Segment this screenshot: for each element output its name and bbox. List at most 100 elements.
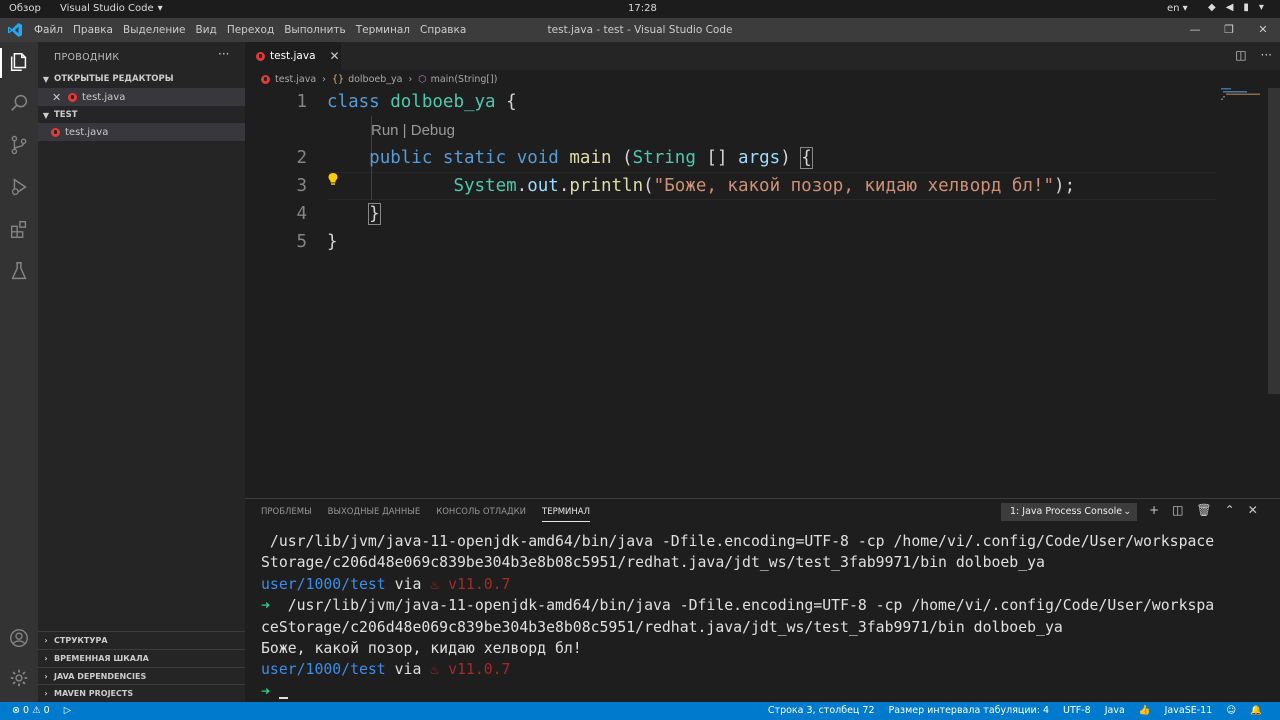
- folder-section[interactable]: ▼ TEST: [38, 106, 245, 124]
- split-editor-icon[interactable]: ◫: [1235, 48, 1246, 62]
- token-brace: }: [327, 232, 338, 252]
- menu-run[interactable]: Выполнить: [284, 24, 346, 36]
- account-icon[interactable]: [8, 627, 30, 649]
- token-brace-matched: }: [368, 203, 381, 225]
- code-line-3: System.out.println("Боже, какой позор, к…: [327, 176, 1075, 196]
- cursor-position[interactable]: Строка 3, столбец 72: [768, 705, 875, 716]
- tab-debug-console[interactable]: КОНСОЛЬ ОТЛАДКИ: [436, 507, 526, 522]
- tab-test-java[interactable]: test.java ✕: [245, 42, 341, 70]
- token-brace: {: [506, 92, 517, 112]
- language-mode[interactable]: Java: [1105, 705, 1125, 716]
- app-menu[interactable]: Visual Studio Code ▾: [60, 3, 163, 14]
- java-dependencies-section[interactable]: › JAVA DEPENDENCIES: [38, 667, 245, 684]
- trash-icon[interactable]: 🗑: [1196, 503, 1211, 517]
- clock[interactable]: 17:28: [628, 3, 657, 14]
- menu-help[interactable]: Справка: [420, 24, 466, 36]
- problems-indicator[interactable]: ⊗ 0 ⚠ 0: [12, 705, 50, 716]
- open-editor-item[interactable]: ✕ test.java: [38, 88, 245, 106]
- chevron-down-icon: ▼: [42, 110, 50, 120]
- search-icon[interactable]: [8, 92, 30, 114]
- breadcrumb-file[interactable]: test.java: [275, 74, 316, 85]
- bottom-panel: ПРОБЛЕМЫ ВЫХОДНЫЕ ДАННЫЕ КОНСОЛЬ ОТЛАДКИ…: [245, 498, 1280, 702]
- explorer-icon[interactable]: [8, 51, 30, 73]
- thumbs-up-icon[interactable]: 👍: [1139, 705, 1151, 716]
- wifi-icon: ◆: [1208, 2, 1216, 13]
- menu-terminal[interactable]: Терминал: [356, 24, 410, 36]
- vertical-scrollbar[interactable]: [1268, 88, 1280, 394]
- terminal-output[interactable]: /usr/lib/jvm/java-11-openjdk-amd64/bin/j…: [261, 531, 1214, 702]
- open-editor-filename: test.java: [82, 91, 126, 103]
- more-actions-icon[interactable]: ···: [1261, 48, 1272, 62]
- activities-overview-button[interactable]: Обзор: [9, 3, 41, 14]
- chevron-right-icon: ›: [44, 653, 48, 663]
- terminal-line: Storage/c206d48e069c839be304b3e8b08c5951…: [261, 554, 1045, 572]
- indentation[interactable]: Размер интервала табуляции: 4: [889, 705, 1050, 716]
- token-keyword: static: [442, 148, 507, 168]
- open-editors-section[interactable]: ▼ ОТКРЫТЫЕ РЕДАКТОРЫ: [38, 70, 245, 88]
- file-encoding[interactable]: UTF-8: [1063, 705, 1091, 716]
- source-control-icon[interactable]: [8, 134, 30, 156]
- file-tree-filename: test.java: [65, 126, 109, 138]
- chevron-up-icon[interactable]: ⌃: [1225, 503, 1235, 517]
- extensions-icon[interactable]: [8, 218, 30, 240]
- close-icon[interactable]: ✕: [52, 91, 68, 104]
- terminal-select[interactable]: 1: Java Process Console ⌄: [1001, 503, 1137, 521]
- token-paren: (: [643, 176, 654, 196]
- open-editors-label: ОТКРЫТЫЕ РЕДАКТОРЫ: [54, 74, 174, 84]
- warning-count: 0: [43, 705, 50, 716]
- close-icon[interactable]: ✕: [1246, 18, 1280, 42]
- code-line-2: public static void main (String [] args)…: [327, 147, 813, 169]
- line-number: 3: [296, 176, 307, 196]
- close-icon[interactable]: ✕: [1248, 503, 1258, 517]
- gear-icon[interactable]: [8, 667, 30, 689]
- prompt-path: user/1000/test: [261, 575, 386, 593]
- program-output: Боже, какой позор, кидаю хелворд бл!: [261, 640, 582, 658]
- code-line-5: }: [327, 232, 338, 252]
- terminal-select-value: 1: Java Process Console: [1010, 506, 1123, 517]
- prompt-path: user/1000/test: [261, 661, 386, 679]
- code-editor[interactable]: 1 2 3 4 5 class dolboeb_ya { Run | Debug…: [245, 88, 1280, 498]
- run-icon[interactable]: ▷: [64, 705, 71, 716]
- menu-file[interactable]: Файл: [34, 24, 63, 36]
- line-number: 4: [296, 204, 307, 224]
- menu-go[interactable]: Переход: [227, 24, 274, 36]
- feedback-icon[interactable]: ☺: [1226, 705, 1236, 716]
- outline-label: СТРУКТУРА: [54, 635, 108, 645]
- java-file-icon: [68, 92, 77, 102]
- bell-icon[interactable]: 🔔: [1250, 705, 1262, 716]
- minimize-icon[interactable]: —: [1178, 18, 1212, 42]
- add-terminal-icon[interactable]: +: [1149, 503, 1159, 517]
- close-icon[interactable]: ✕: [330, 49, 340, 63]
- more-actions-icon[interactable]: ···: [218, 47, 229, 61]
- chevron-right-icon: ›: [44, 671, 48, 681]
- status-left: ⊗ 0 ⚠ 0 ▷: [12, 705, 71, 716]
- codelens-run-debug[interactable]: Run | Debug: [371, 122, 455, 139]
- timeline-section[interactable]: › ВРЕМЕННАЯ ШКАЛА: [38, 649, 245, 666]
- breadcrumb-method[interactable]: main(String[]): [431, 74, 498, 85]
- panel-tabs: ПРОБЛЕМЫ ВЫХОДНЫЕ ДАННЫЕ КОНСОЛЬ ОТЛАДКИ…: [261, 507, 590, 522]
- tab-problems[interactable]: ПРОБЛЕМЫ: [261, 507, 312, 522]
- tab-output[interactable]: ВЫХОДНЫЕ ДАННЫЕ: [328, 507, 421, 522]
- minimap[interactable]: [1221, 88, 1267, 100]
- file-tree-item[interactable]: test.java: [38, 123, 245, 141]
- keyboard-layout[interactable]: en ▾: [1167, 3, 1188, 14]
- system-tray[interactable]: ◆ ◀ ▮ ▾: [1208, 2, 1264, 13]
- outline-section[interactable]: › СТРУКТУРА: [38, 631, 245, 648]
- tab-terminal[interactable]: ТЕРМИНАЛ: [542, 507, 590, 522]
- menu-selection[interactable]: Выделение: [123, 24, 186, 36]
- breadcrumb-class[interactable]: dolboeb_ya: [348, 74, 402, 85]
- split-terminal-icon[interactable]: ◫: [1172, 503, 1183, 517]
- testing-flask-icon[interactable]: [8, 260, 30, 282]
- maven-projects-section[interactable]: › MAVEN PROJECTS: [38, 684, 245, 701]
- line-number: 1: [296, 92, 307, 112]
- java-runtime[interactable]: JavaSE-11: [1165, 705, 1213, 716]
- menu-view[interactable]: Вид: [196, 24, 217, 36]
- run-debug-icon[interactable]: [8, 176, 30, 198]
- token-method: println: [569, 176, 644, 196]
- editor-actions: ◫ ···: [1235, 48, 1272, 62]
- java-dependencies-label: JAVA DEPENDENCIES: [54, 671, 147, 681]
- chevron-right-icon: ›: [322, 73, 326, 85]
- status-right: Строка 3, столбец 72 Размер интервала та…: [768, 705, 1262, 716]
- menu-edit[interactable]: Правка: [73, 24, 113, 36]
- restore-icon[interactable]: ❐: [1212, 18, 1246, 42]
